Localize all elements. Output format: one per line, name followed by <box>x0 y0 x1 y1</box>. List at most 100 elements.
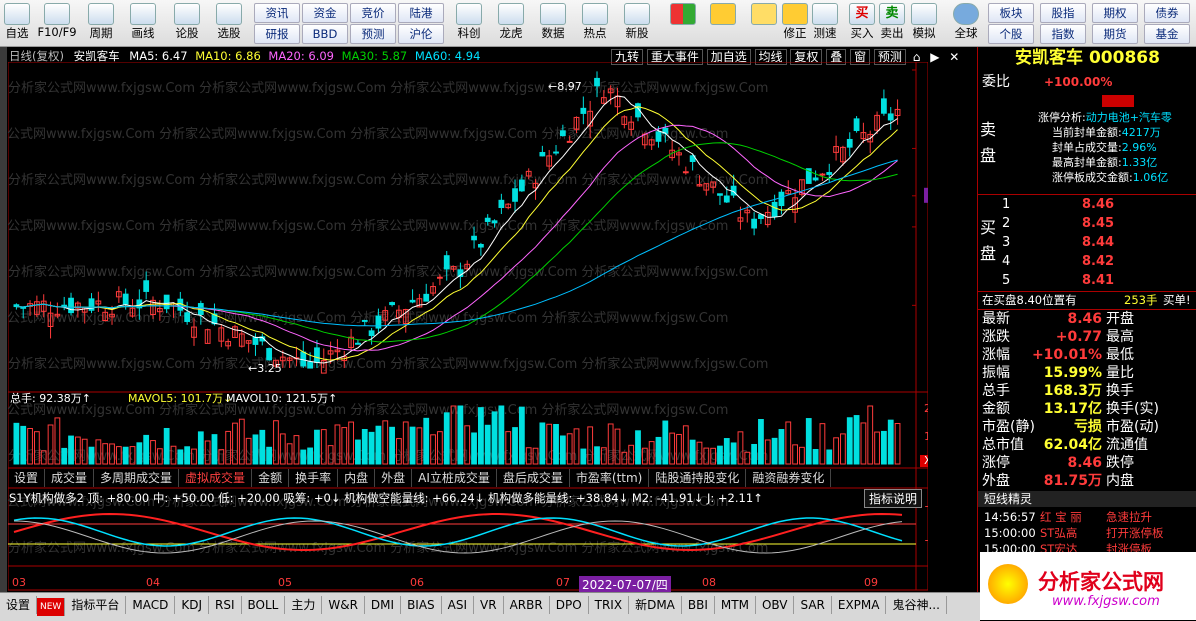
news-item[interactable]: 15:00:00 ST弘高 打开涨停板 <box>978 525 1196 541</box>
expand-icon[interactable] <box>1102 95 1134 107</box>
menu-bbd[interactable]: BBD <box>302 24 348 44</box>
tab-0[interactable]: 设置 <box>8 469 46 487</box>
indicator-tab-8[interactable]: W&R <box>322 596 365 614</box>
indicator-tab-12[interactable]: VR <box>474 596 504 614</box>
menu-qiquan[interactable]: 期权 <box>1092 3 1138 23</box>
xiuzheng-button[interactable]: 修正 <box>780 2 810 44</box>
speedtest-button[interactable]: 测速 <box>810 2 840 44</box>
candle-body <box>559 130 566 137</box>
indicator-tab-15[interactable]: TRIX <box>589 596 630 614</box>
menu-yanbao[interactable]: 研报 <box>254 24 300 44</box>
watermark-text: 分析家公式网www.fxjgsw.Com 分析家公式网www.fxjgsw.Co… <box>8 218 728 234</box>
indicator-tab-19[interactable]: OBV <box>756 596 795 614</box>
limit-row-value: 2.96% <box>1121 141 1157 154</box>
x-tick-label: 03 <box>12 576 26 589</box>
tab-4[interactable]: 金额 <box>252 469 290 487</box>
data-button[interactable]: 数据 <box>536 2 570 44</box>
indicator-tab-10[interactable]: BIAS <box>401 596 442 614</box>
indicator-tab-11[interactable]: ASI <box>442 596 475 614</box>
indicator-tab-22[interactable]: 鬼谷神... <box>886 596 947 614</box>
volume-bar <box>594 446 600 465</box>
simulate-button[interactable]: 模拟 <box>908 2 940 44</box>
volume-bar <box>61 447 68 465</box>
bid-price: 8.45 <box>1082 216 1115 231</box>
menu-zhishu[interactable]: 指数 <box>1040 24 1086 44</box>
indicator-tab-0[interactable]: 设置 <box>0 596 38 614</box>
back-button[interactable] <box>708 2 738 44</box>
news-item[interactable]: 14:56:57 红 宝 丽 急速拉升 <box>978 509 1196 525</box>
tab-8[interactable]: AI立桩成交量 <box>412 469 497 487</box>
tab-12[interactable]: 融资融券变化 <box>746 469 832 487</box>
menu-hulun[interactable]: 沪伦 <box>398 24 444 44</box>
tab-10[interactable]: 市盈率(ttm) <box>570 469 650 487</box>
indicator-tab-21[interactable]: EXPMA <box>832 596 887 614</box>
candle-body <box>368 330 375 337</box>
play-icon[interactable]: ▶ <box>927 50 942 64</box>
volume-bar <box>457 405 464 465</box>
menu-yuce[interactable]: 预测 <box>350 24 396 44</box>
global-button[interactable]: 全球 <box>948 2 984 44</box>
menu-jijin[interactable]: 基金 <box>1144 24 1190 44</box>
sell-button[interactable]: 卖卖出 <box>878 2 906 44</box>
buy-button[interactable]: 买买入 <box>848 2 876 44</box>
indicator-tab-16[interactable]: 新DMA <box>629 596 682 614</box>
close-icon[interactable]: ✕ <box>946 50 962 64</box>
f10-button[interactable]: F10/F9 <box>34 2 80 44</box>
kline-chart[interactable]: 9.297.706.746.114.52分析家公式网www.fxjgsw.Com… <box>8 62 928 592</box>
tab-9[interactable]: 盘后成交量 <box>497 469 570 487</box>
left-side-strip[interactable] <box>0 47 7 592</box>
menu-zixun[interactable]: 资讯 <box>254 3 300 23</box>
indicator-tab-2[interactable]: 指标平台 <box>65 596 127 614</box>
menu-jingjia[interactable]: 竞价 <box>350 3 396 23</box>
period-button[interactable]: 周期 <box>84 2 118 44</box>
zixuan-button[interactable]: 自选 <box>2 2 32 44</box>
hotspot-button[interactable]: 热点 <box>578 2 612 44</box>
menu-qihuo[interactable]: 期货 <box>1092 24 1138 44</box>
indicator-tab-17[interactable]: BBI <box>682 596 715 614</box>
indicator-tab-5[interactable]: RSI <box>209 596 242 614</box>
ipo-button[interactable]: 新股 <box>620 2 654 44</box>
indicator-tab-6[interactable]: BOLL <box>242 596 286 614</box>
longhu-button[interactable]: 龙虎 <box>494 2 528 44</box>
menu-guzhi[interactable]: 股指 <box>1040 3 1086 23</box>
volume-bar <box>197 431 204 465</box>
stat-label: 最新 <box>982 311 1010 327</box>
draw-line-button[interactable]: 画线 <box>126 2 160 44</box>
lungu-button[interactable]: 论股 <box>170 2 204 44</box>
tab-3[interactable]: 虚拟成交量 <box>179 469 253 487</box>
tab-7[interactable]: 外盘 <box>375 469 413 487</box>
indicator-tab-1[interactable]: NEW <box>37 598 66 616</box>
tab-5[interactable]: 换手率 <box>289 469 339 487</box>
tab-2[interactable]: 多周期成交量 <box>94 469 180 487</box>
flower-logo-icon <box>988 564 1028 604</box>
updown-button[interactable] <box>750 2 778 44</box>
menu-zhaiquan[interactable]: 债券 <box>1144 3 1190 23</box>
tab-1[interactable]: 成交量 <box>45 469 95 487</box>
high-price-label: ←8.97 <box>548 80 582 93</box>
indicator-tab-14[interactable]: DPO <box>550 596 589 614</box>
indicator-tab-13[interactable]: ARBR <box>504 596 550 614</box>
indicator-tab-4[interactable]: KDJ <box>175 596 209 614</box>
menu-gegu[interactable]: 个股 <box>988 24 1034 44</box>
kechuang-button[interactable]: 科创 <box>452 2 486 44</box>
stock-select-button[interactable]: 选股 <box>212 2 246 44</box>
indicator-tab-18[interactable]: MTM <box>715 596 756 614</box>
menu-bankuai[interactable]: 板块 <box>988 3 1034 23</box>
menu-lugang[interactable]: 陆港 <box>398 3 444 23</box>
indicator-tab-20[interactable]: SAR <box>794 596 832 614</box>
vol-tick-label: 22014 <box>924 402 928 415</box>
candle-body <box>881 98 887 114</box>
color-grid-button[interactable] <box>668 2 698 44</box>
indicator-help-button[interactable]: 指标说明 <box>864 489 923 508</box>
indicator-tab-7[interactable]: 主力 <box>285 596 323 614</box>
menu-zijin[interactable]: 资金 <box>302 3 348 23</box>
indicator-tab-3[interactable]: MACD <box>126 596 176 614</box>
ma10-label: MA10: 6.86 <box>195 49 261 63</box>
candle-body <box>491 220 498 224</box>
volume-bar <box>860 422 867 465</box>
tab-6[interactable]: 内盘 <box>338 469 376 487</box>
volume-bar <box>211 434 218 465</box>
volume-bar <box>792 444 798 465</box>
tab-11[interactable]: 陆股通持股变化 <box>649 469 747 487</box>
indicator-tab-9[interactable]: DMI <box>365 596 402 614</box>
